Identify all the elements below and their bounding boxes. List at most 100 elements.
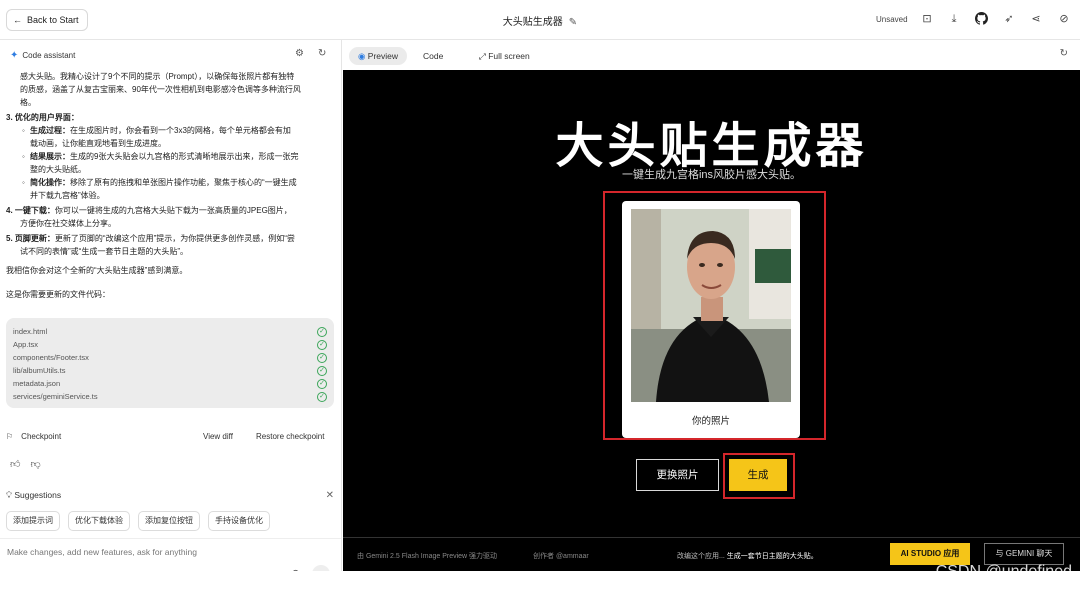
suggestion-chips: 添加提示词 优化下载体验 添加复位按钮 手持设备优化 bbox=[6, 511, 270, 531]
sparkle-icon: ✦ bbox=[10, 50, 19, 61]
list-item-cont: 试不同的表情”或“生成一套节日主题的大头贴”。 bbox=[20, 247, 188, 256]
suggestion-chip[interactable]: 手持设备优化 bbox=[208, 511, 270, 531]
checkpoint-bar: ⚐ Checkpoint View diff Restore checkpoin… bbox=[6, 430, 334, 444]
feedback-buttons: 👍︎ 👎︎ bbox=[10, 458, 41, 470]
sub-item-cont: 载动画，让你能直观地看到生成进度。 bbox=[30, 139, 166, 148]
download-icon[interactable]: ⤓ bbox=[947, 12, 961, 26]
remix-idea: 生成一套节日主题的大头贴。 bbox=[726, 553, 818, 560]
file-name: lib/albumUtils.ts bbox=[13, 366, 66, 375]
list-item: 4. 一键下载：你可以一键将生成的九宫格大头贴下载为一张高质量的JPEG图片， bbox=[6, 204, 336, 217]
photo-caption: 你的照片 bbox=[691, 416, 730, 427]
tab-fullscreen[interactable]: ⤢ Full screen bbox=[479, 47, 530, 65]
generate-button[interactable]: 生成 bbox=[729, 459, 787, 491]
preview-toolbar: ◉ Preview Code ⤢ Full screen ↻ bbox=[343, 40, 1080, 70]
expand-icon: ⤢ bbox=[479, 51, 486, 61]
check-icon: ✓ bbox=[317, 352, 327, 363]
app-title: 大头贴生成器 ✎ bbox=[0, 13, 1080, 28]
change-photo-button[interactable]: 更换照片 bbox=[636, 459, 719, 491]
powered-by-text: 由 Gemini 2.5 Flash Image Preview 强力驱动 bbox=[357, 553, 498, 560]
changed-files-list: index.html ✓ App.tsx ✓ components/Footer.t… bbox=[6, 318, 334, 408]
check-icon: ✓ bbox=[317, 391, 327, 402]
sub-item-bold: 简化操作： bbox=[30, 178, 70, 187]
checkpoint-label-text: Checkpoint bbox=[21, 432, 62, 441]
close-icon[interactable]: ✕ bbox=[326, 490, 334, 501]
author-link[interactable]: 创作者 @ammaar bbox=[533, 551, 589, 561]
reload-icon[interactable]: ↻ bbox=[1060, 48, 1068, 59]
tab-preview[interactable]: ◉ Preview bbox=[349, 47, 408, 65]
sub-item-text: 在生成图片时，你会看到一个3x3的网格，每个单元格都会有加 bbox=[70, 126, 291, 135]
lightbulb-icon: 💡︎ bbox=[6, 490, 12, 500]
sub-item-bold: 结果展示： bbox=[30, 152, 70, 161]
watermark: CSDN @undefined bbox=[935, 563, 1072, 580]
prompt-placeholder: Make changes, add new features, ask for … bbox=[7, 547, 197, 557]
suggestions-label: Suggestions bbox=[14, 490, 62, 500]
list-item-text: 你可以一键将生成的九宫格大头贴下载为一张高质量的JPEG图片， bbox=[54, 206, 292, 215]
check-icon: ✓ bbox=[317, 378, 327, 389]
check-icon: ✓ bbox=[317, 326, 327, 337]
message-line: 感大头贴。我精心设计了9个不同的提示（Prompt），以确保每张照片都有独特 bbox=[20, 72, 295, 81]
share-icon[interactable]: ⋖ bbox=[1029, 12, 1043, 26]
tab-code[interactable]: Code bbox=[423, 47, 443, 65]
photo-card[interactable]: 你的照片 bbox=[622, 201, 800, 438]
assistant-message: 感大头贴。我精心设计了9个不同的提示（Prompt），以确保每张照片都有独特 的… bbox=[6, 70, 336, 301]
refresh-icon[interactable]: ↻ bbox=[318, 48, 326, 59]
assistant-title-text: Code assistant bbox=[22, 51, 76, 60]
chat-with-gemini-button[interactable]: 与 GEMINI 聊天 bbox=[984, 543, 1064, 565]
suggestion-chip[interactable]: 添加复位按钮 bbox=[138, 511, 200, 531]
rocket-icon[interactable]: ➶ bbox=[1002, 12, 1016, 26]
sub-item-cont: 整的大头贴纸。 bbox=[30, 165, 86, 174]
app-preview: 大头贴生成器 一键生成九宫格ins风胶片感大头贴。 你的照片 更换照片 生成 由… bbox=[343, 70, 1080, 571]
restore-checkpoint-button[interactable]: Restore checkpoint bbox=[256, 432, 324, 441]
code-assistant-panel: ✦ Code assistant ⚙ ↻ 感大头贴。我精心设计了9个不同的提示（… bbox=[0, 40, 342, 591]
thumbs-down-icon[interactable]: 👎︎ bbox=[30, 458, 40, 470]
save-icon[interactable]: ⊡ bbox=[920, 12, 934, 26]
file-name: App.tsx bbox=[13, 340, 39, 349]
sub-item-text: 移除了原有的拖拽和单张图片操作功能，聚焦于核心的“一键生成 bbox=[70, 178, 297, 187]
sub-item: 简化操作：移除了原有的拖拽和单张图片操作功能，聚焦于核心的“一键生成 bbox=[6, 176, 336, 189]
hide-icon[interactable]: ⊘ bbox=[1057, 12, 1071, 26]
suggestions-header: 💡︎ Suggestions ✕ bbox=[6, 490, 334, 501]
preview-icon: ◉ bbox=[358, 51, 366, 61]
ai-studio-app-button[interactable]: AI STUDIO 应用 bbox=[890, 543, 970, 565]
remix-prefix: 改编这个应用... bbox=[677, 553, 725, 560]
pencil-icon[interactable]: ✎ bbox=[569, 17, 577, 28]
file-name: index.html bbox=[13, 327, 48, 336]
file-row[interactable]: metadata.json ✓ bbox=[13, 377, 327, 390]
file-row[interactable]: index.html ✓ bbox=[13, 325, 327, 338]
save-status: Unsaved bbox=[876, 15, 908, 24]
sub-item-cont: 并下载九宫格”体验。 bbox=[30, 191, 105, 200]
app-title-text: 大头贴生成器 bbox=[502, 17, 563, 28]
checkpoint-label: ⚐ Checkpoint bbox=[6, 432, 61, 441]
file-name: services/geminiService.ts bbox=[13, 392, 98, 401]
file-row[interactable]: lib/albumUtils.ts ✓ bbox=[13, 364, 327, 377]
message-line: 的质感，涵盖了从复古宝丽来、90年代一次性相机到电影感冷色调等多种流行风 bbox=[20, 85, 301, 94]
file-row[interactable]: App.tsx ✓ bbox=[13, 338, 327, 351]
list-item-text: 更新了页脚的“改编这个应用”提示，为你提供更多创作灵感，例如“尝 bbox=[54, 234, 295, 243]
sub-item-text: 生成的9张大头贴会以九宫格的形式清晰地展示出来，形成一张完 bbox=[70, 152, 299, 161]
sub-item-bold: 生成过程： bbox=[30, 126, 70, 135]
remix-hint: 改编这个应用... 生成一套节日主题的大头贴。 bbox=[677, 551, 818, 561]
suggestion-chip[interactable]: 添加提示词 bbox=[6, 511, 60, 531]
app-subheading: 一键生成九宫格ins风胶片感大头贴。 bbox=[621, 169, 802, 181]
suggestion-chip[interactable]: 优化下载体验 bbox=[68, 511, 130, 531]
top-bar: ← Back to Start 大头贴生成器 ✎ Unsaved ⊡ ⤓ ➶ ⋖ … bbox=[0, 0, 1080, 40]
file-row[interactable]: services/geminiService.ts ✓ bbox=[13, 390, 327, 403]
thumbs-up-icon[interactable]: 👍︎ bbox=[10, 458, 20, 470]
file-row[interactable]: components/Footer.tsx ✓ bbox=[13, 351, 327, 364]
sub-item: 结果展示：生成的9张大头贴会以九宫格的形式清晰地展示出来，形成一张完 bbox=[6, 150, 336, 163]
settings-icon[interactable]: ⚙ bbox=[295, 48, 304, 59]
bottom-strip bbox=[0, 571, 1080, 591]
view-diff-button[interactable]: View diff bbox=[203, 432, 233, 441]
list-item-bold: 5. 页脚更新： bbox=[6, 234, 55, 243]
files-intro: 这是你需要更新的文件代码： bbox=[6, 290, 110, 299]
uploaded-photo bbox=[631, 209, 791, 402]
list-item-title: 3. 优化的用户界面： bbox=[6, 113, 79, 122]
list-item-cont: 方便你在社交媒体上分享。 bbox=[20, 219, 116, 228]
message-line: 格。 bbox=[20, 98, 36, 107]
list-item-bold: 4. 一键下载： bbox=[6, 206, 55, 215]
file-name: metadata.json bbox=[13, 379, 61, 388]
github-icon[interactable] bbox=[974, 12, 988, 26]
flag-icon: ⚐ bbox=[6, 432, 14, 441]
closing-text: 我相信你会对这个全新的“大头贴生成器”感到满意。 bbox=[6, 266, 188, 275]
list-item: 5. 页脚更新：更新了页脚的“改编这个应用”提示，为你提供更多创作灵感，例如“尝 bbox=[6, 232, 336, 245]
